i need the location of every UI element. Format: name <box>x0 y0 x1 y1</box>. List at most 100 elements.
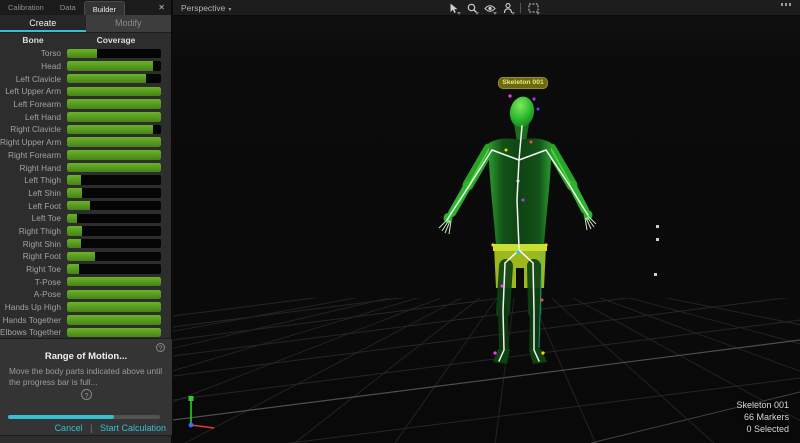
coverage-bar-fill <box>67 150 161 160</box>
coverage-bar-fill <box>67 226 82 236</box>
coverage-bar-fill <box>67 175 81 185</box>
coverage-bar <box>67 61 161 71</box>
start-calculation-button[interactable]: Start Calculation <box>100 423 166 433</box>
marquee-select-tool-icon[interactable] <box>524 2 542 15</box>
coverage-bar <box>67 290 161 300</box>
bone-label: Elbows Together <box>0 327 64 337</box>
coverage-bar-fill <box>67 302 161 312</box>
viewport-toolbar <box>445 1 542 15</box>
bone-label: Right Upper Arm <box>0 137 64 147</box>
bone-label: Left Hand <box>0 112 64 122</box>
bone-row: Left Upper Arm <box>0 85 171 98</box>
range-of-motion-panel: ? Range of Motion... Move the body parts… <box>0 338 172 436</box>
bone-row: Right Forearm <box>0 149 171 162</box>
bone-row: Torso <box>0 47 171 60</box>
floor-grid <box>173 236 800 443</box>
bone-label: A-Pose <box>0 289 64 299</box>
status-marker-count: 66 Markers <box>736 411 789 423</box>
tab-calibration[interactable]: Calibration <box>0 0 52 15</box>
skeleton-select-tool-icon[interactable] <box>499 2 517 15</box>
motive-window: Calibration Data Builder ✕ Create Modify… <box>0 0 800 443</box>
coverage-bar-fill <box>67 49 97 59</box>
coverage-bar-fill <box>67 87 161 97</box>
bone-row: Right Upper Arm <box>0 136 171 149</box>
bone-label: Right Toe <box>0 264 64 274</box>
coverage-bar-fill <box>67 137 161 147</box>
coverage-bar-fill <box>67 264 79 274</box>
bone-row: Left Shin <box>0 187 171 200</box>
coverage-bar-fill <box>67 163 161 173</box>
panel-tabbar: Calibration Data Builder ✕ <box>0 0 171 15</box>
bone-label: T-Pose <box>0 277 64 287</box>
bone-row: Right Hand <box>0 161 171 174</box>
bone-label: Left Clavicle <box>0 74 64 84</box>
rom-actions: Cancel | Start Calculation <box>55 423 166 433</box>
bone-row: Right Toe <box>0 263 171 276</box>
coverage-bar-fill <box>67 328 161 338</box>
axis-gizmo <box>189 396 215 428</box>
subtab-create[interactable]: Create <box>0 15 86 32</box>
coverage-bar <box>67 163 161 173</box>
status-skeleton-name: Skeleton 001 <box>736 399 789 411</box>
coverage-bar <box>67 175 161 185</box>
bone-label: Hands Up High <box>0 302 64 312</box>
skeleton-name-badge[interactable]: Skeleton 001 <box>498 77 548 89</box>
bone-label: Torso <box>0 48 64 58</box>
scene-canvas[interactable] <box>173 16 800 443</box>
bone-label: Hands Together <box>0 315 64 325</box>
coverage-bar-fill <box>67 214 77 224</box>
tab-data[interactable]: Data <box>52 0 84 15</box>
action-separator: | <box>90 423 92 433</box>
bone-label: Left Foot <box>0 201 64 211</box>
coverage-bar <box>67 188 161 198</box>
zoom-tool-icon[interactable] <box>463 2 481 15</box>
bone-row: Right Foot <box>0 250 171 263</box>
viewport-more-icon[interactable] <box>781 3 792 6</box>
help-icon[interactable]: ? <box>81 389 92 400</box>
tool-dropdown-caret <box>457 12 461 15</box>
chevron-down-icon: ▾ <box>228 7 231 13</box>
bone-row: Left Thigh <box>0 174 171 187</box>
viewport-status: Skeleton 001 66 Markers 0 Selected <box>736 399 789 435</box>
tool-dropdown-caret <box>536 12 540 15</box>
coverage-bar-fill <box>67 239 81 249</box>
visibility-eye-tool-icon[interactable] <box>481 2 499 15</box>
tab-builder[interactable]: Builder <box>84 1 125 15</box>
coverage-bar <box>67 74 161 84</box>
bone-label: Left Upper Arm <box>0 86 64 96</box>
coverage-bar-fill <box>67 252 95 262</box>
rom-description: Move the body parts indicated above unti… <box>9 366 163 387</box>
bone-row: Right Clavicle <box>0 123 171 136</box>
camera-view-label: Perspective <box>181 3 225 13</box>
tool-dropdown-caret <box>475 12 479 15</box>
coverage-bar <box>67 239 161 249</box>
bone-row: A-Pose <box>0 288 171 301</box>
tool-dropdown-caret <box>511 12 515 15</box>
stray-markers <box>654 225 659 276</box>
close-icon[interactable]: ✕ <box>152 0 171 15</box>
bone-label: Head <box>0 61 64 71</box>
bone-label: Left Thigh <box>0 175 64 185</box>
bone-label: Left Shin <box>0 188 64 198</box>
toolbar-separator <box>520 3 521 13</box>
coverage-bar <box>67 264 161 274</box>
bone-row: Left Foot <box>0 199 171 212</box>
coverage-bar <box>67 252 161 262</box>
coverage-bar <box>67 137 161 147</box>
viewport-3d[interactable]: Perspective▾ <box>173 0 800 443</box>
bone-label: Right Clavicle <box>0 124 64 134</box>
bone-label: Left Forearm <box>0 99 64 109</box>
bone-row: Left Forearm <box>0 98 171 111</box>
subtab-modify[interactable]: Modify <box>86 15 172 32</box>
select-tool-icon[interactable] <box>445 2 463 15</box>
coverage-bar <box>67 49 161 59</box>
coverage-bar <box>67 226 161 236</box>
coverage-bar <box>67 328 161 338</box>
camera-view-selector[interactable]: Perspective▾ <box>181 3 231 13</box>
bone-row: Left Toe <box>0 212 171 225</box>
skeleton-legs <box>503 266 535 350</box>
cancel-button[interactable]: Cancel <box>55 423 83 433</box>
help-icon[interactable]: ? <box>156 343 165 352</box>
bone-row: T-Pose <box>0 275 171 288</box>
coverage-bar <box>67 302 161 312</box>
